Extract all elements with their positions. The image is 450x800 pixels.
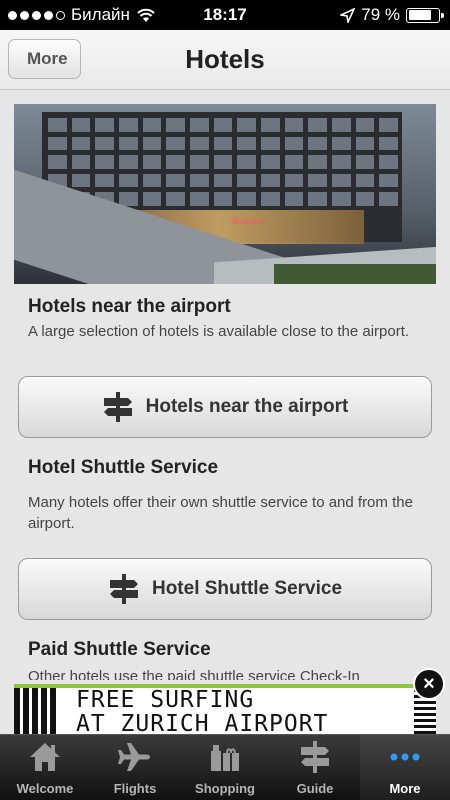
signpost-icon [103,392,132,422]
signpost-icon [109,574,138,604]
plane-icon [118,743,150,771]
section-heading: Paid Shuttle Service [28,639,211,660]
shopping-icon [211,745,239,771]
tab-welcome[interactable]: Welcome [0,735,90,800]
battery-percent: 79 % [361,5,400,24]
hotel-photo: Radisson [14,104,436,284]
hotels-near-airport-button[interactable]: Hotels near the airport [18,376,432,438]
tab-label: Shopping [195,781,255,796]
more-icon [390,753,420,761]
tab-flights[interactable]: Flights [90,735,180,800]
tab-label: Flights [113,781,157,796]
hotel-shuttle-service-button[interactable]: Hotel Shuttle Service [18,558,432,620]
section-text: A large selection of hotels is available… [28,323,410,340]
content-scroll-area[interactable]: Radisson Hotels near the airport A large… [0,90,450,680]
ad-banner[interactable]: FREE SURFING AT ZURICH AIRPORT [14,684,436,734]
navigation-bar: More Hotels [0,30,450,90]
tab-label: More [389,781,421,796]
section-heading: Hotel Shuttle Service [28,457,219,478]
page-title: Hotels [185,44,265,74]
location-arrow-icon [340,7,356,23]
ad-line-2: AT ZURICH AIRPORT [76,711,329,734]
system-indicators: 79 % [340,5,444,25]
tab-guide[interactable]: Guide [270,735,360,800]
section-heading: Hotels near the airport [28,296,231,317]
ad-line-1: FREE SURFING [76,687,255,713]
battery-icon [406,7,444,23]
status-bar: Билайн 18:17 79 % [0,0,450,30]
close-ad-button[interactable]: × [413,668,445,700]
section-text: Other hotels use the paid shuttle servic… [28,668,360,680]
hotel-sign: Radisson [232,216,266,226]
button-label: Hotel Shuttle Service [151,578,343,599]
tab-bar: Welcome Flights Shopping Guide More [0,734,450,800]
home-icon [30,743,60,771]
tab-shopping[interactable]: Shopping [180,735,270,800]
section-text: Many hotels offer their own shuttle serv… [28,494,413,532]
tab-more[interactable]: More [360,735,450,800]
tab-label: Welcome [16,781,74,796]
tab-label: Guide [296,781,334,796]
ad-graphic-left [14,688,58,734]
button-label: Hotels near the airport [145,396,349,417]
ad-text: FREE SURFING AT ZURICH AIRPORT [76,688,328,734]
signpost-icon [301,741,329,773]
